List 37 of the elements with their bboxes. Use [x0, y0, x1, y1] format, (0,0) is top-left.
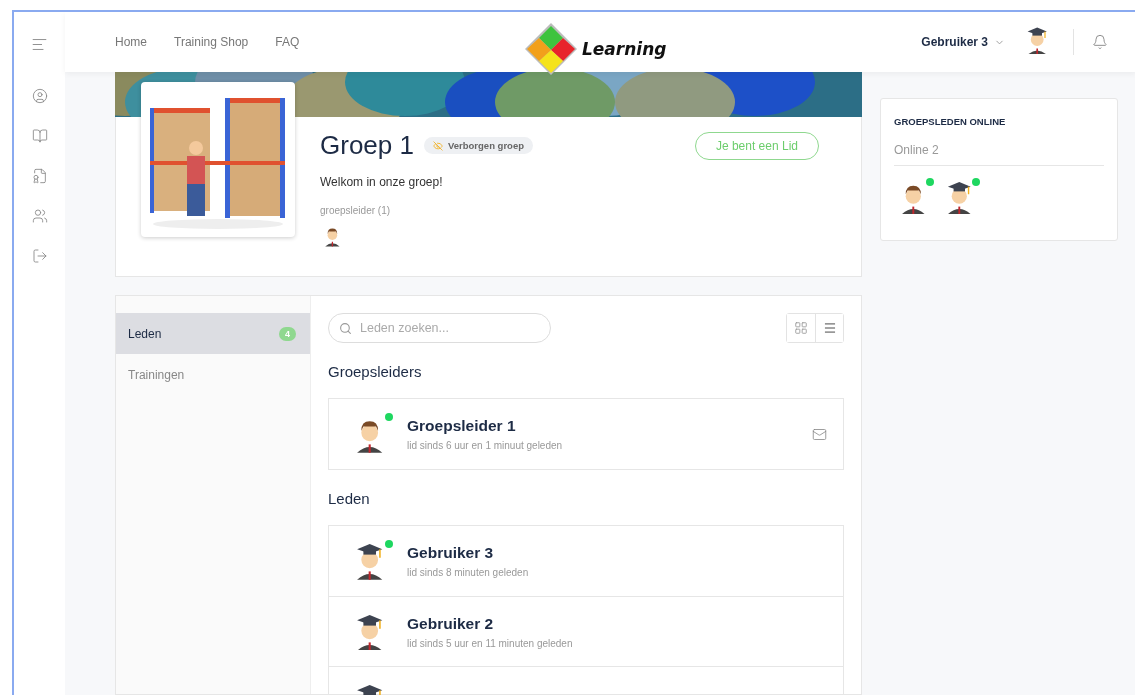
- side-tab[interactable]: Leden 4: [116, 313, 310, 354]
- nav-link[interactable]: Training Shop: [174, 35, 249, 49]
- member-since: lid sinds 8 minuten geleden: [407, 567, 529, 578]
- badge-label: Verborgen groep: [447, 140, 524, 151]
- member-name[interactable]: Gebruiker 3: [407, 544, 529, 562]
- section-title: Leden: [328, 490, 371, 507]
- logo-text: Learning: [582, 39, 667, 59]
- graduate-avatar: [945, 179, 973, 215]
- eye-off-icon: [432, 140, 443, 151]
- bell-icon[interactable]: [1092, 34, 1108, 50]
- section-title: Groepsleiders: [328, 363, 423, 380]
- group-title: Groep 1: [320, 130, 414, 161]
- graduate-avatar: [1025, 25, 1049, 55]
- search-icon: [339, 321, 352, 335]
- leaders-label: groepsleider (1): [320, 205, 392, 216]
- nav-link[interactable]: Home: [115, 35, 147, 49]
- group-description: Welkom in onze groep!: [320, 175, 444, 189]
- search-input[interactable]: Leden zoeken...: [358, 320, 540, 336]
- count-badge: 4: [279, 326, 296, 341]
- member-name[interactable]: Groepsleider 1: [407, 417, 563, 435]
- list-icon: [822, 321, 837, 335]
- nav-link[interactable]: FAQ: [275, 35, 300, 49]
- graduate-avatar: [355, 542, 385, 580]
- graduate-avatar: [355, 612, 385, 651]
- member-name[interactable]: Gebruiker 2: [407, 614, 573, 633]
- grid-icon: [794, 321, 808, 335]
- list-view-button[interactable]: [815, 314, 843, 342]
- member-since: lid sinds 5 uur en 11 minuten geleden: [407, 637, 573, 649]
- tab-label: Trainingen: [128, 367, 185, 382]
- side-tab[interactable]: Trainingen: [116, 354, 310, 395]
- member-since: lid sinds 6 uur en 1 minuut geleden: [407, 440, 563, 451]
- tab-label: Leden: [128, 326, 162, 341]
- panel-title: GROEPSLEDEN ONLINE: [894, 116, 1007, 127]
- online-count: Online 2: [894, 143, 1104, 166]
- user-menu[interactable]: Gebruiker 3: [915, 34, 1011, 50]
- logo-icon: [524, 22, 578, 76]
- mail-icon[interactable]: [812, 426, 827, 442]
